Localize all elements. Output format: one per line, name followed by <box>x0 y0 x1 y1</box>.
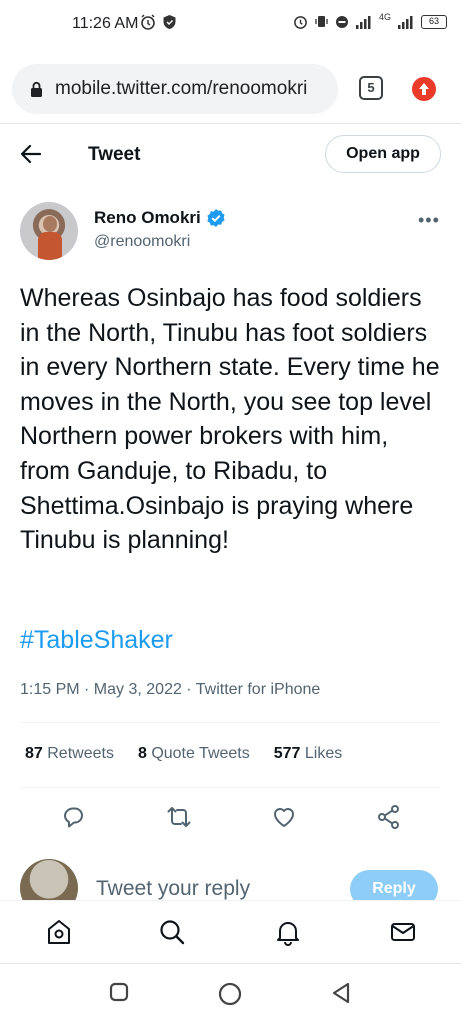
tweet-stats: 87 Retweets 8 Quote Tweets 577 Likes <box>25 745 342 763</box>
tweet-text: Whereas Osinbajo has food soldiers in th… <box>20 284 440 555</box>
reply-icon[interactable] <box>60 804 86 830</box>
author-handle[interactable]: @renoomokri <box>94 233 190 251</box>
status-right-icons: 4G 63 <box>293 11 447 29</box>
quote-tweets-label: Quote Tweets <box>151 745 250 762</box>
author-name-text[interactable]: Reno Omokri <box>94 208 201 228</box>
reply-composer: Tweet your reply Reply <box>0 855 461 900</box>
battery-icon: 63 <box>421 14 447 29</box>
url-text[interactable]: mobile.twitter.com/renoomokri <box>55 78 307 100</box>
retweets-count: 87 <box>25 745 43 762</box>
author-avatar[interactable] <box>20 202 78 260</box>
status-time: 11:26 AM <box>72 15 139 32</box>
tweet-timestamp[interactable]: 1:15 PM · May 3, 2022 · Twitter for iPho… <box>20 681 320 699</box>
vibrate-icon <box>315 16 328 27</box>
back-triangle-icon[interactable] <box>331 982 351 1004</box>
tab-switcher-button[interactable]: 5 <box>359 76 383 100</box>
tweet-page-header: Tweet Open app <box>0 124 461 184</box>
quote-tweets-count: 8 <box>137 745 147 762</box>
signal-icon <box>398 15 413 29</box>
status-left-icons <box>140 14 177 30</box>
like-icon[interactable] <box>271 804 297 830</box>
verified-badge-icon <box>207 209 225 227</box>
shield-icon <box>163 15 176 29</box>
alarm-icon <box>141 14 155 30</box>
bottom-navigation <box>0 900 461 964</box>
home-circle-icon[interactable] <box>218 982 242 1006</box>
home-icon[interactable] <box>45 918 73 946</box>
browser-toolbar: mobile.twitter.com/renoomokri 5 <box>0 52 461 124</box>
back-arrow-icon[interactable] <box>20 144 42 164</box>
browser-update-button[interactable] <box>412 77 436 101</box>
avatar-head-shape <box>43 216 57 232</box>
user-avatar[interactable] <box>20 859 78 900</box>
signal-icon <box>355 15 371 29</box>
lock-icon <box>31 81 42 97</box>
tweet-actions <box>0 800 461 834</box>
author-name[interactable]: Reno Omokri <box>94 208 226 228</box>
system-navigation <box>0 964 461 1024</box>
likes-label: Likes <box>304 745 343 762</box>
messages-icon[interactable] <box>389 918 417 946</box>
likes-count: 577 <box>273 745 301 762</box>
url-bar[interactable]: mobile.twitter.com/renoomokri <box>12 64 338 114</box>
likes-stat[interactable]: 577 Likes <box>274 745 343 763</box>
page-title: Tweet <box>88 144 141 165</box>
reply-input[interactable]: Tweet your reply <box>96 877 250 900</box>
retweet-icon[interactable] <box>166 804 192 830</box>
recents-icon[interactable] <box>109 982 129 1002</box>
status-bar: 11:26 AM 4G 63 <box>0 0 461 52</box>
search-icon[interactable] <box>158 918 186 946</box>
retweets-label: Retweets <box>47 745 114 762</box>
share-icon[interactable] <box>376 804 402 830</box>
quote-tweets-stat[interactable]: 8 Quote Tweets <box>138 745 250 763</box>
divider <box>20 722 440 723</box>
open-app-button[interactable]: Open app <box>325 135 441 173</box>
arrow-up-icon <box>419 83 429 95</box>
alarm-icon <box>294 16 307 29</box>
notifications-icon[interactable] <box>274 918 302 946</box>
divider <box>20 787 440 788</box>
reply-button[interactable]: Reply <box>350 870 438 900</box>
retweets-stat[interactable]: 87 Retweets <box>25 745 114 763</box>
hashtag-link[interactable]: #TableShaker <box>20 626 173 655</box>
network-type-label: 4G <box>378 11 391 22</box>
more-options-icon[interactable]: ••• <box>418 210 440 231</box>
do-not-disturb-icon <box>335 15 348 28</box>
avatar-body-shape <box>38 232 62 260</box>
